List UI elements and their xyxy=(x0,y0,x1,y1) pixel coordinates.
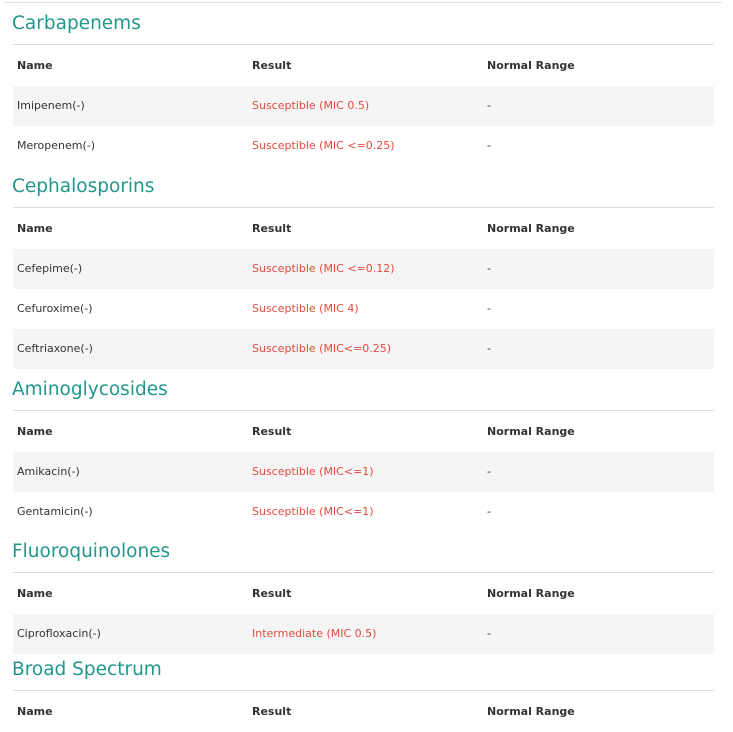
antibiotic-name: Ceftriaxone(-) xyxy=(17,342,93,355)
column-header-name: Name xyxy=(17,425,53,438)
column-header-normal-range: Normal Range xyxy=(487,587,575,600)
section-title: Carbapenems xyxy=(12,13,141,34)
normal-range-value: - xyxy=(487,465,491,478)
results-table: Name Result Normal Range Imipenem(-) Suscept… xyxy=(13,44,714,166)
result-value: Intermediate (MIC 0.5) xyxy=(252,627,377,640)
antibiotic-name: Imipenem(-) xyxy=(17,99,85,112)
top-divider xyxy=(4,2,722,3)
normal-range-value: - xyxy=(487,627,491,640)
normal-range-value: - xyxy=(487,139,491,152)
column-header-normal-range: Normal Range xyxy=(487,59,575,72)
table-row: Imipenem(-) Susceptible (MIC 0.5) - xyxy=(13,86,714,126)
column-header-result: Result xyxy=(252,425,292,438)
results-table: Name Result Normal Range Ciprofloxacin(-) In… xyxy=(13,572,714,654)
antibiotic-name: Meropenem(-) xyxy=(17,139,96,152)
section-title: Broad Spectrum xyxy=(12,659,162,680)
antibiotic-name: Cefepime(-) xyxy=(17,262,83,275)
table-header-row: Name Result Normal Range xyxy=(13,45,714,86)
result-value: Susceptible (MIC<=0.25) xyxy=(252,342,392,355)
result-value: Susceptible (MIC <=0.12) xyxy=(252,262,395,275)
table-row: Cefepime(-) Susceptible (MIC <=0.12) - xyxy=(13,249,714,289)
antibiotic-name: Amikacin(-) xyxy=(17,465,80,478)
results-table: Name Result Normal Range Amikacin(-) Suscept… xyxy=(13,410,714,532)
result-value: Susceptible (MIC 0.5) xyxy=(252,99,370,112)
result-value: Susceptible (MIC<=1) xyxy=(252,505,374,518)
table-row: Gentamicin(-) Susceptible (MIC<=1) - xyxy=(13,492,714,532)
table-header-row: Name Result Normal Range xyxy=(13,691,714,732)
antibiotic-name: Gentamicin(-) xyxy=(17,505,93,518)
normal-range-value: - xyxy=(487,505,491,518)
column-header-normal-range: Normal Range xyxy=(487,425,575,438)
section-title: Fluoroquinolones xyxy=(12,541,171,562)
column-header-name: Name xyxy=(17,705,53,718)
column-header-name: Name xyxy=(17,222,53,235)
column-header-result: Result xyxy=(252,222,292,235)
antibiotic-name: Cefuroxime(-) xyxy=(17,302,93,315)
table-row: Cefuroxime(-) Susceptible (MIC 4) - xyxy=(13,289,714,329)
result-value: Susceptible (MIC 4) xyxy=(252,302,359,315)
normal-range-value: - xyxy=(487,342,491,355)
column-header-result: Result xyxy=(252,587,292,600)
column-header-normal-range: Normal Range xyxy=(487,705,575,718)
section-title: Aminoglycosides xyxy=(12,379,168,400)
table-header-row: Name Result Normal Range xyxy=(13,573,714,614)
normal-range-value: - xyxy=(487,302,491,315)
results-table: Name Result Normal Range xyxy=(13,690,714,732)
section-title: Cephalosporins xyxy=(12,176,155,197)
table-row: Amikacin(-) Susceptible (MIC<=1) - xyxy=(13,452,714,492)
column-header-result: Result xyxy=(252,59,292,72)
table-row: Ceftriaxone(-) Susceptible (MIC<=0.25) - xyxy=(13,329,714,369)
table-header-row: Name Result Normal Range xyxy=(13,208,714,249)
normal-range-value: - xyxy=(487,262,491,275)
normal-range-value: - xyxy=(487,99,491,112)
result-value: Susceptible (MIC<=1) xyxy=(252,465,374,478)
column-header-normal-range: Normal Range xyxy=(487,222,575,235)
antibiotic-name: Ciprofloxacin(-) xyxy=(17,627,101,640)
column-header-name: Name xyxy=(17,587,53,600)
table-row: Meropenem(-) Susceptible (MIC <=0.25) - xyxy=(13,126,714,166)
column-header-name: Name xyxy=(17,59,53,72)
column-header-result: Result xyxy=(252,705,292,718)
table-row: Ciprofloxacin(-) Intermediate (MIC 0.5) - xyxy=(13,614,714,654)
results-table: Name Result Normal Range Cefepime(-) Suscept… xyxy=(13,207,714,369)
table-header-row: Name Result Normal Range xyxy=(13,411,714,452)
result-value: Susceptible (MIC <=0.25) xyxy=(252,139,395,152)
